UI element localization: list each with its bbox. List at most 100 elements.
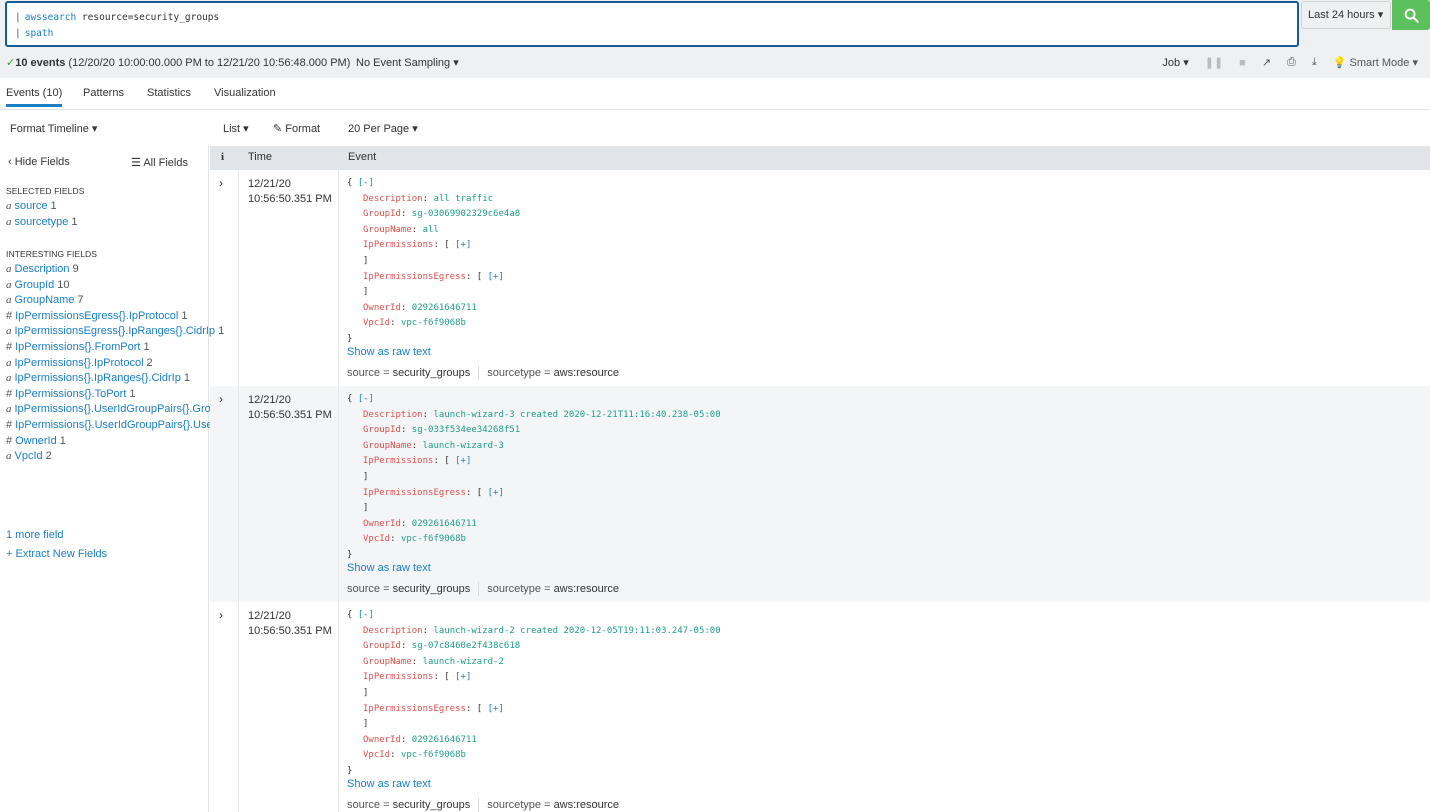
format-button[interactable]: ✎ Format <box>273 122 320 135</box>
share-icon[interactable]: ↗ <box>1262 56 1271 69</box>
json-value[interactable]: 029261646711 <box>412 735 477 745</box>
json-value[interactable]: launch-wizard-2 created 2020-12-05T19:11… <box>433 626 720 636</box>
field-item[interactable]: a GroupId 10 <box>6 278 202 294</box>
more-fields-link[interactable]: 1 more field <box>6 529 63 541</box>
extract-new-fields-link[interactable]: + Extract New Fields <box>6 548 107 560</box>
pause-icon[interactable]: ❚❚ <box>1205 56 1223 69</box>
field-item[interactable]: # IpPermissions{}.FromPort 1 <box>6 340 202 356</box>
json-expand-toggle[interactable]: [+] <box>488 272 504 282</box>
show-raw-text-link[interactable]: Show as raw text <box>347 562 431 574</box>
event-column-header: Event <box>348 151 377 163</box>
json-expand-toggle[interactable]: [+] <box>455 456 471 466</box>
search-query-input[interactable]: | awssearch resource=security_groups | spa… <box>5 1 1299 47</box>
json-value[interactable]: sg-07c8460e2f438c618 <box>412 641 520 651</box>
field-count: 1 <box>143 340 150 353</box>
json-bracket: [ <box>444 672 456 683</box>
sourcetype-field[interactable]: sourcetype = aws:resource <box>487 367 619 379</box>
field-item[interactable]: # IpPermissions{}.ToPort 1 <box>6 387 202 403</box>
tab-events[interactable]: Events (10) <box>6 87 63 107</box>
list-view-dropdown[interactable]: List ▾ <box>223 122 249 135</box>
json-collapse-toggle[interactable]: [-] <box>358 610 374 620</box>
json-value[interactable]: launch-wizard-3 created 2020-12-21T11:16… <box>433 410 720 420</box>
meta-separator <box>478 798 480 812</box>
field-item[interactable]: # IpPermissionsEgress{}.IpProtocol 1 <box>6 309 202 325</box>
all-fields-button[interactable]: ☰ All Fields <box>131 156 188 169</box>
column-divider <box>338 386 339 602</box>
json-key: IpPermissionsEgress <box>363 271 466 282</box>
json-key: OwnerId <box>363 302 401 313</box>
job-menu[interactable]: Job ▾ <box>1162 56 1188 69</box>
field-item[interactable]: # OwnerId 1 <box>6 434 202 450</box>
field-count: 2 <box>146 356 153 369</box>
event-row: › 12/21/20 10:56:50.351 PM{ [-] Description… <box>210 386 1430 602</box>
json-field: VpcId: vpc-f6f9068b <box>347 532 721 548</box>
source-field[interactable]: source = security_groups <box>347 367 470 379</box>
field-item[interactable]: a IpPermissions{}.IpProtocol 2 <box>6 356 202 372</box>
json-expand-toggle[interactable]: [+] <box>455 672 471 682</box>
field-item[interactable]: a IpPermissionsEgress{}.IpRanges{}.CidrIp… <box>6 324 224 340</box>
event-time: 10:56:50.351 PM <box>248 409 332 421</box>
field-item[interactable]: a GroupName 7 <box>6 293 202 309</box>
json-value[interactable]: all traffic <box>433 194 493 204</box>
tab-statistics[interactable]: Statistics <box>147 87 191 99</box>
sourcetype-field[interactable]: sourcetype = aws:resource <box>487 799 619 811</box>
field-item[interactable]: a sourcetype 1 <box>6 215 202 231</box>
expand-chevron-icon[interactable]: › <box>219 392 223 406</box>
event-sampling-dropdown[interactable]: No Event Sampling ▾ <box>356 56 459 69</box>
json-expand-toggle[interactable]: [+] <box>488 704 504 714</box>
json-value[interactable]: sg-033f534ee34268f51 <box>412 425 520 435</box>
source-field[interactable]: source = security_groups <box>347 583 470 595</box>
column-divider <box>238 602 239 812</box>
expand-chevron-icon[interactable]: › <box>219 176 223 190</box>
json-open-line: { [-] <box>347 176 520 192</box>
time-range-picker[interactable]: Last 24 hours ▾ <box>1301 1 1391 29</box>
field-item[interactable]: a IpPermissions{}.IpRanges{}.CidrIp 1 <box>6 371 202 387</box>
field-item[interactable]: # IpPermissions{}.UserIdGroupPairs{}.User… <box>6 418 235 434</box>
field-name: GroupName <box>14 294 75 307</box>
json-colon: : <box>465 703 477 714</box>
tab-visualization[interactable]: Visualization <box>214 87 276 99</box>
json-array-close: ] <box>363 255 369 266</box>
json-open-line: { [-] <box>347 608 721 624</box>
per-page-dropdown[interactable]: 20 Per Page ▾ <box>348 122 418 135</box>
json-value[interactable]: vpc-f6f9068b <box>401 534 466 544</box>
show-raw-text-link[interactable]: Show as raw text <box>347 778 431 790</box>
tab-patterns[interactable]: Patterns <box>83 87 124 99</box>
show-raw-text-link[interactable]: Show as raw text <box>347 346 431 358</box>
json-value[interactable]: launch-wizard-3 <box>423 441 504 451</box>
event-date: 12/21/20 <box>248 610 291 622</box>
field-count: 1 <box>71 215 78 228</box>
json-bracket: [ <box>476 703 488 714</box>
meta-label: sourcetype = <box>487 582 554 595</box>
json-value[interactable]: sg-03069902329c6e4a8 <box>412 209 520 219</box>
json-collapse-toggle[interactable]: [-] <box>358 394 374 404</box>
json-value[interactable]: launch-wizard-2 <box>423 657 504 667</box>
field-item[interactable]: a VpcId 2 <box>6 449 202 465</box>
json-value[interactable]: vpc-f6f9068b <box>401 750 466 760</box>
json-value[interactable]: 029261646711 <box>412 519 477 529</box>
stop-icon[interactable]: ■ <box>1239 57 1246 69</box>
source-field[interactable]: source = security_groups <box>347 799 470 811</box>
search-args: resource=security_groups <box>76 12 220 23</box>
json-value[interactable]: all <box>423 225 439 235</box>
hide-fields-button[interactable]: ‹ Hide Fields <box>8 156 70 168</box>
json-expand-toggle[interactable]: [+] <box>488 488 504 498</box>
format-timeline-dropdown[interactable]: Format Timeline ▾ <box>10 122 97 135</box>
json-key: Description <box>363 193 423 204</box>
expand-chevron-icon[interactable]: › <box>219 608 223 622</box>
search-submit-button[interactable] <box>1392 0 1430 30</box>
json-colon: : <box>400 302 412 313</box>
time-column-header[interactable]: Time <box>248 151 272 163</box>
json-collapse-toggle[interactable]: [-] <box>358 178 374 188</box>
print-icon[interactable]: ⎙ <box>1287 56 1296 69</box>
json-value[interactable]: vpc-f6f9068b <box>401 318 466 328</box>
field-item[interactable]: a IpPermissions{}.UserIdGroupPairs{}.Grou… <box>6 402 241 418</box>
sourcetype-field[interactable]: sourcetype = aws:resource <box>487 583 619 595</box>
field-item[interactable]: a Description 9 <box>6 262 202 278</box>
json-key: GroupId <box>363 209 401 220</box>
search-mode-dropdown[interactable]: 💡 Smart Mode ▾ <box>1333 56 1418 69</box>
json-expand-toggle[interactable]: [+] <box>455 240 471 250</box>
field-item[interactable]: a source 1 <box>6 199 202 215</box>
json-value[interactable]: 029261646711 <box>412 303 477 313</box>
export-icon[interactable]: ⤓ <box>1312 56 1317 69</box>
